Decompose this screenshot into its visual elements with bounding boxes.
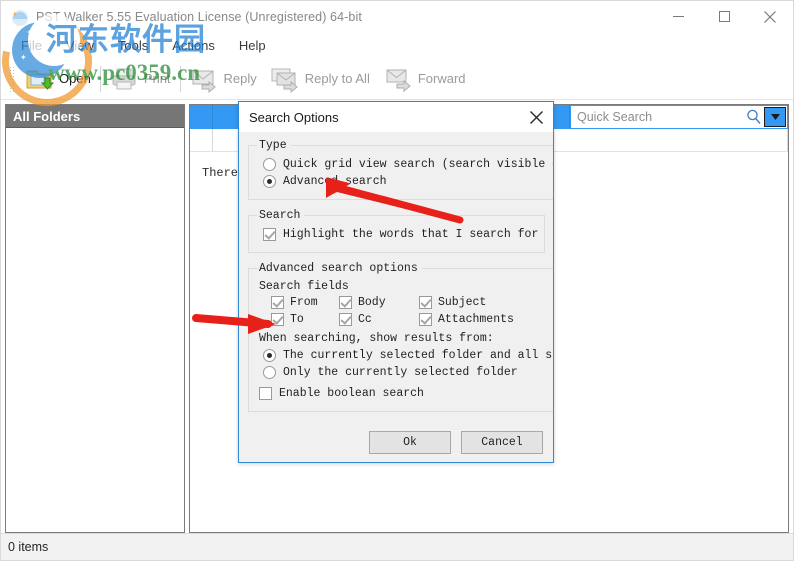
reply-all-envelope-icon <box>271 65 301 93</box>
toolbar-button-reply-to-all[interactable]: Reply to All <box>264 61 377 97</box>
advanced-group-legend: Advanced search options <box>259 262 418 275</box>
checkbox-enable-boolean-search[interactable]: Enable boolean search <box>259 387 553 400</box>
scope-label: When searching, show results from: <box>259 332 494 345</box>
type-group: Type Quick grid view search (search visi… <box>248 139 553 200</box>
toolbar-button-forward[interactable]: Forward <box>377 61 473 97</box>
checkbox-label: To <box>290 313 304 326</box>
checkbox-icon-checked[interactable] <box>419 296 432 309</box>
checkbox-label: Cc <box>358 313 372 326</box>
toolbar-label-reply-to-all: Reply to All <box>304 71 370 86</box>
grid-column[interactable] <box>190 129 213 151</box>
radio-icon[interactable] <box>263 158 276 171</box>
radio-label: Only the currently selected folder <box>283 366 518 379</box>
search-options-dialog: Search Options Type Quick grid view sear… <box>238 101 554 463</box>
search-fields-grid: From Body Subject To Cc Attachments <box>271 296 553 326</box>
toolbar-button-print[interactable]: Print <box>103 61 178 97</box>
reply-envelope-icon <box>190 65 220 93</box>
toolbar-label-open: Open <box>59 71 91 86</box>
checkbox-icon-checked[interactable] <box>263 228 276 241</box>
radio-label: Advanced search <box>283 175 387 188</box>
type-group-legend: Type <box>259 139 287 152</box>
dialog-title-bar: Search Options <box>239 102 553 132</box>
toolbar-separator <box>179 65 181 92</box>
grid-header-col[interactable] <box>190 105 213 129</box>
radio-advanced-search[interactable]: Advanced search <box>263 175 553 188</box>
checkbox-field-subject[interactable]: Subject <box>419 296 553 309</box>
chevron-down-icon[interactable] <box>764 107 786 127</box>
radio-icon-selected[interactable] <box>263 349 276 362</box>
printer-icon <box>110 65 140 93</box>
checkbox-icon-checked[interactable] <box>339 313 352 326</box>
checkbox-label: Attachments <box>438 313 514 326</box>
checkbox-label: Highlight the words that I search for <box>283 228 539 241</box>
toolbar-button-reply[interactable]: Reply <box>183 61 264 97</box>
search-fields-label: Search fields <box>259 280 349 293</box>
radio-label: Quick grid view search (search visible c… <box>283 158 553 171</box>
close-icon[interactable] <box>519 103 553 132</box>
cancel-button[interactable]: Cancel <box>461 430 543 454</box>
app-icon <box>10 7 30 27</box>
toolbar: Open Print Reply Reply to All Forward <box>1 58 793 100</box>
magnifier-icon[interactable] <box>745 108 763 126</box>
menu-item-file[interactable]: File <box>9 35 54 56</box>
window-title: PST Walker 5.55 Evaluation License (Unre… <box>36 9 362 24</box>
checkbox-field-to[interactable]: To <box>271 313 339 326</box>
menu-bar: File View Tools Actions Help <box>1 32 793 58</box>
checkbox-label: Body <box>358 296 386 309</box>
quick-search-box[interactable]: Quick Search <box>570 105 788 129</box>
menu-item-help[interactable]: Help <box>227 35 278 56</box>
title-bar: PST Walker 5.55 Evaluation License (Unre… <box>1 1 793 32</box>
maximize-icon[interactable] <box>701 1 747 32</box>
dialog-footer: Ok Cancel <box>239 422 553 462</box>
open-folder-icon <box>25 65 55 93</box>
radio-quick-grid-view-search[interactable]: Quick grid view search (search visible c… <box>263 158 553 171</box>
toolbar-grip[interactable] <box>9 65 15 92</box>
folders-pane-header: All Folders <box>6 105 184 128</box>
advanced-search-options-group: Advanced search options Search fields Fr… <box>248 262 553 412</box>
checkbox-icon-checked[interactable] <box>419 313 432 326</box>
checkbox-field-body[interactable]: Body <box>339 296 419 309</box>
checkbox-icon-checked[interactable] <box>271 296 284 309</box>
menu-item-actions[interactable]: Actions <box>160 35 227 56</box>
checkbox-highlight-words[interactable]: Highlight the words that I search for <box>263 228 538 241</box>
dialog-body: Type Quick grid view search (search visi… <box>239 132 553 422</box>
radio-icon-selected[interactable] <box>263 175 276 188</box>
radio-scope-only-selected-folder[interactable]: Only the currently selected folder <box>263 366 553 379</box>
minimize-icon[interactable] <box>655 1 701 32</box>
checkbox-field-attachments[interactable]: Attachments <box>419 313 553 326</box>
window-controls <box>655 1 793 32</box>
folders-pane: All Folders <box>5 104 185 533</box>
toolbar-button-open[interactable]: Open <box>18 61 98 97</box>
search-group-legend: Search <box>259 209 301 222</box>
forward-envelope-icon <box>384 65 414 93</box>
menu-item-view[interactable]: View <box>54 35 106 56</box>
search-input[interactable]: Quick Search <box>571 110 745 124</box>
checkbox-label: Subject <box>438 296 487 309</box>
checkbox-field-cc[interactable]: Cc <box>339 313 419 326</box>
checkbox-icon-checked[interactable] <box>339 296 352 309</box>
folders-tree[interactable] <box>6 128 184 532</box>
status-bar: 0 items <box>1 533 793 560</box>
checkbox-field-from[interactable]: From <box>271 296 339 309</box>
toolbar-label-forward: Forward <box>417 71 466 86</box>
search-group: Search Highlight the words that I search… <box>248 209 546 253</box>
toolbar-separator <box>99 65 101 92</box>
ok-button[interactable]: Ok <box>369 430 451 454</box>
radio-label: The currently selected folder and all su… <box>283 349 553 362</box>
toolbar-label-reply: Reply <box>223 71 257 86</box>
checkbox-icon[interactable] <box>259 387 272 400</box>
dialog-title: Search Options <box>249 109 339 125</box>
checkbox-label: From <box>290 296 318 309</box>
status-item-count: 0 items <box>8 540 49 554</box>
toolbar-label-print: Print <box>143 71 171 86</box>
menu-item-tools[interactable]: Tools <box>106 35 160 56</box>
checkbox-icon-checked[interactable] <box>271 313 284 326</box>
radio-scope-folder-and-subfolders[interactable]: The currently selected folder and all su… <box>263 349 553 362</box>
radio-icon[interactable] <box>263 366 276 379</box>
close-icon[interactable] <box>747 1 793 32</box>
checkbox-label: Enable boolean search <box>279 387 424 400</box>
